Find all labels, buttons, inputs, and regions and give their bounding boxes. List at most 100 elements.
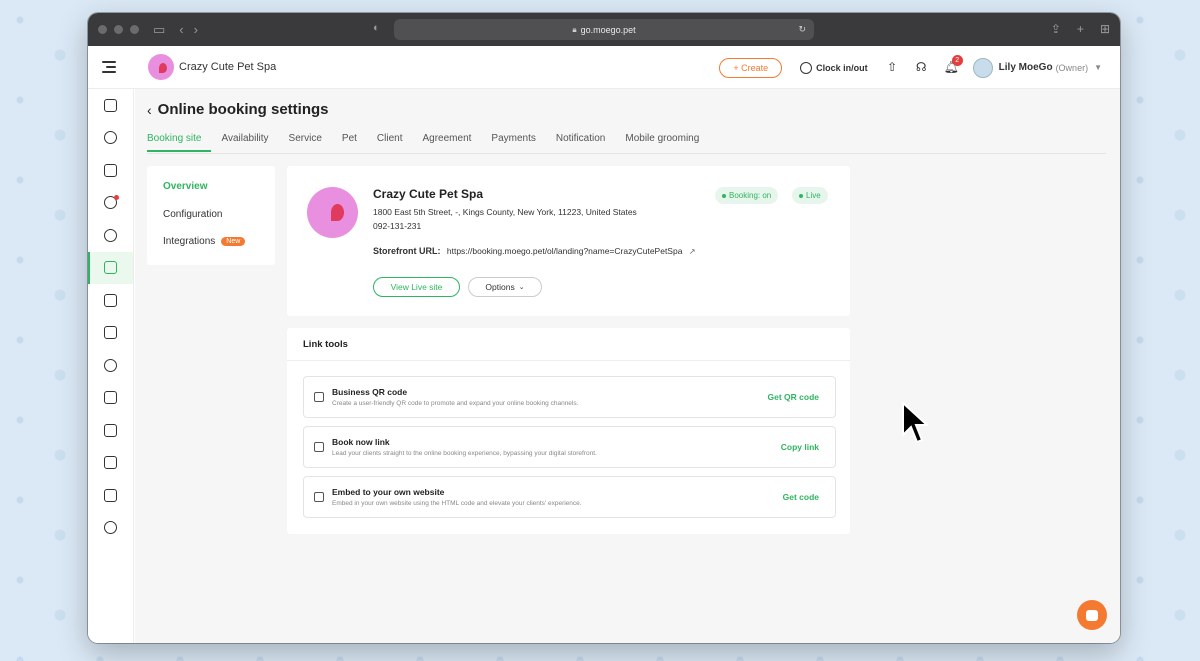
sidebar-item-messages[interactable] (88, 187, 133, 220)
new-badge: New (221, 237, 246, 247)
tab-notification[interactable]: Notification (546, 133, 615, 152)
booking-status-text: Booking: on (729, 191, 772, 200)
qr-code-row: Business QR code Create a user-friendly … (303, 376, 836, 418)
retail-icon (104, 326, 117, 340)
chat-icon (1086, 609, 1098, 621)
close-window-button[interactable] (98, 25, 107, 34)
report-card-icon (104, 456, 117, 470)
browser-window: ▭ ‹ › ◐ 🔒︎ go.moego.pet ↻ ⇪ + ⊞ Crazy Cu… (88, 13, 1120, 643)
sidebar-item-reminders[interactable] (88, 219, 133, 252)
book-now-desc: Lead your clients straight to the online… (332, 450, 597, 457)
get-code-button[interactable]: Get code (783, 492, 819, 502)
online-booking-icon (104, 261, 117, 275)
minimize-window-button[interactable] (114, 25, 123, 34)
sidebar-item-marketing[interactable] (88, 382, 133, 415)
browser-toolbar: ▭ ‹ › ◐ 🔒︎ go.moego.pet ↻ ⇪ + ⊞ (88, 13, 1120, 46)
new-tab-icon[interactable]: + (1077, 22, 1084, 36)
forward-arrow-icon[interactable]: › (194, 23, 198, 36)
sidebar-item-membership[interactable] (88, 414, 133, 447)
sidebar-toggle-icon[interactable]: ▭ (153, 23, 165, 36)
tab-payments[interactable]: Payments (481, 133, 545, 152)
sidebar-item-reports[interactable] (88, 479, 133, 512)
business-profile-card: Crazy Cute Pet Spa 1800 East 5th Street,… (287, 166, 850, 316)
embed-title: Embed to your own website (332, 487, 445, 497)
upload-icon[interactable]: ⇧ (886, 61, 899, 74)
sidebar-item-online-booking[interactable] (88, 251, 133, 284)
share-icon[interactable]: ⇪ (1051, 22, 1061, 36)
subnav-overview[interactable]: Overview (163, 173, 259, 201)
clock-in-out-button[interactable]: Clock in/out (800, 61, 868, 74)
support-chat-button[interactable] (1077, 600, 1107, 630)
crown-icon (104, 423, 117, 437)
tabs-divider (147, 153, 1106, 154)
menu-icon[interactable] (102, 61, 116, 73)
tab-agreement[interactable]: Agreement (413, 133, 482, 152)
browser-actions: ⇪ + ⊞ (1051, 22, 1110, 36)
tab-booking-site[interactable]: Booking site (147, 133, 212, 152)
business-avatar (148, 54, 174, 80)
tab-mobile-grooming[interactable]: Mobile grooming (615, 133, 709, 152)
view-live-site-button[interactable]: View Live site (373, 277, 460, 297)
booking-site-subnav: Overview Configuration Integrations New (147, 166, 275, 265)
page-title: ‹ Online booking settings (147, 101, 329, 118)
tab-availability[interactable]: Availability (211, 133, 278, 152)
sidebar-item-tasks[interactable] (88, 154, 133, 187)
link-tools-divider (287, 360, 850, 361)
reload-icon[interactable]: ↻ (798, 24, 806, 35)
tab-service[interactable]: Service (279, 133, 332, 152)
options-button[interactable]: Options ⌄ (468, 277, 542, 297)
chevron-down-icon[interactable]: ▼ (1094, 63, 1102, 72)
embed-desc: Embed in your own website using the HTML… (332, 500, 582, 507)
unread-dot (114, 194, 119, 200)
sidebar-item-clients[interactable] (88, 284, 133, 317)
calendar-link-icon (314, 442, 324, 452)
subnav-integrations[interactable]: Integrations New (163, 228, 259, 256)
external-link-icon[interactable]: ↗ (689, 247, 696, 256)
profile-business-name: Crazy Cute Pet Spa (373, 187, 484, 201)
window-controls (98, 25, 139, 34)
marketing-icon (104, 391, 117, 405)
headset-icon[interactable]: ☊ (915, 61, 928, 74)
sidebar-item-settings[interactable] (88, 512, 133, 545)
user-avatar[interactable] (972, 57, 993, 78)
subnav-configuration[interactable]: Configuration (163, 201, 259, 229)
client-icon (104, 293, 117, 307)
address-bar[interactable]: 🔒︎ go.moego.pet ↻ (394, 19, 814, 40)
create-button[interactable]: + Create (719, 57, 783, 78)
subnav-integrations-label: Integrations (163, 236, 216, 248)
sidebar (88, 89, 134, 643)
maximize-window-button[interactable] (130, 25, 139, 34)
tab-pet[interactable]: Pet (332, 133, 367, 152)
live-status-text: Live (806, 191, 821, 200)
main-content: ‹ Online booking settings Booking site A… (135, 89, 1120, 643)
user-name[interactable]: Lily MoeGo (999, 62, 1053, 73)
embed-row: Embed to your own website Embed in your … (303, 476, 836, 518)
status-dot (799, 193, 803, 198)
sidebar-item-pets[interactable] (88, 122, 133, 155)
tab-client[interactable]: Client (367, 133, 413, 152)
get-qr-code-button[interactable]: Get QR code (768, 392, 819, 402)
back-arrow-icon[interactable]: ‹ (179, 23, 183, 36)
sidebar-item-report-cards[interactable] (88, 447, 133, 480)
copy-link-button[interactable]: Copy link (781, 442, 819, 452)
bell-icon[interactable]: 🔔︎ 2 (944, 55, 963, 74)
booking-status-badge: Booking: on (715, 187, 779, 204)
header-actions: + Create Clock in/out ⇧ ☊ 🔔︎ 2 Lily MoeG… (719, 46, 1102, 89)
back-chevron-icon[interactable]: ‹ (147, 102, 152, 118)
live-status-badge: Live (792, 187, 828, 204)
sidebar-item-payments[interactable] (88, 349, 133, 382)
payment-icon (104, 358, 117, 372)
business-name[interactable]: Crazy Cute Pet Spa (179, 61, 276, 73)
tab-overview-icon[interactable]: ⊞ (1100, 22, 1110, 36)
sidebar-item-retail[interactable] (88, 317, 133, 350)
privacy-shield-icon[interactable]: ◐ (373, 22, 380, 34)
qr-code-title: Business QR code (332, 387, 408, 397)
book-now-row: Book now link Lead your clients straight… (303, 426, 836, 468)
alarm-icon (104, 228, 117, 242)
profile-phone: 092-131-231 (373, 221, 422, 231)
user-role: (Owner) (1055, 62, 1089, 73)
link-tools-card: Link tools Business QR code Create a use… (287, 328, 850, 534)
storefront-label: Storefront URL: (373, 246, 441, 256)
storefront-url-link[interactable]: https://booking.moego.pet/ol/landing?nam… (447, 246, 683, 256)
sidebar-item-calendar[interactable] (88, 89, 133, 122)
